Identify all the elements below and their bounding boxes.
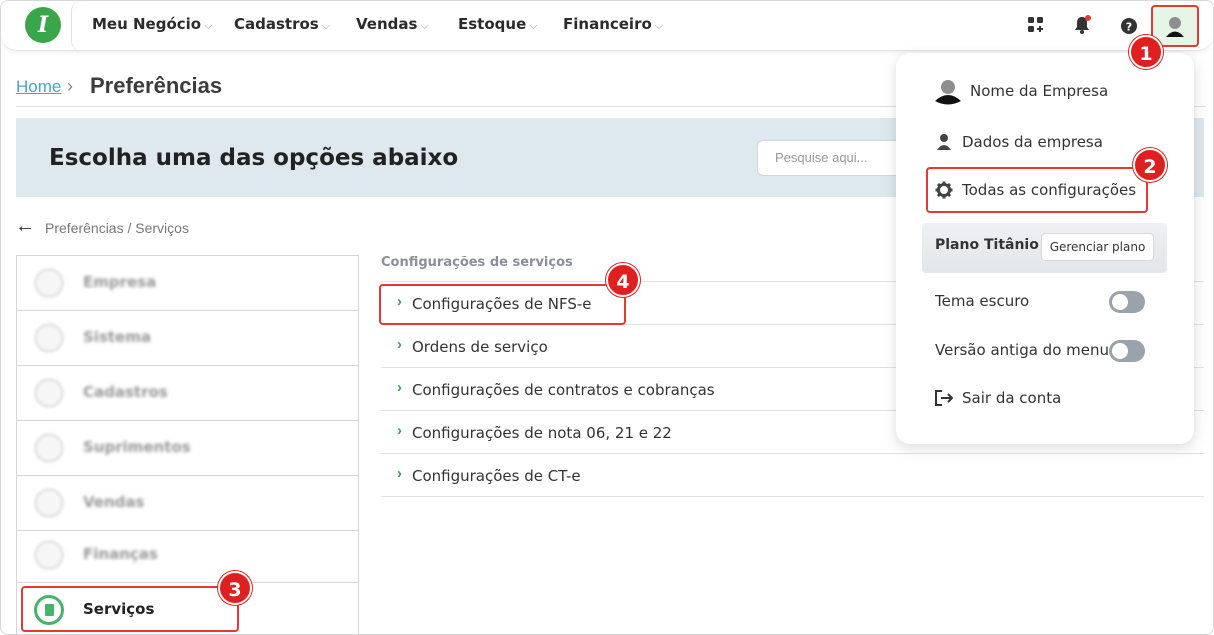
highlight-servicos (21, 586, 239, 632)
sidebar-item-cadastros[interactable]: Cadastros (17, 366, 358, 421)
highlight-all-settings (926, 167, 1148, 213)
apps-icon[interactable] (1025, 14, 1047, 36)
building-icon (34, 268, 64, 298)
nav-label: Vendas (356, 15, 418, 33)
chevron-right-icon: › (397, 379, 402, 396)
back-arrow-icon[interactable]: ← (15, 215, 35, 238)
nav-meu-negocio[interactable]: Meu Negócio ⌵ (92, 15, 212, 33)
nav-label: Financeiro (563, 15, 652, 33)
app-window: I Meu Negócio ⌵ Cadastros ⌵ Vendas ⌵ Estoqu… (0, 0, 1214, 635)
chevron-down-icon: ⌵ (321, 19, 331, 32)
sidebar-item-vendas[interactable]: Vendas (17, 476, 358, 531)
old-menu-label: Versão antiga do menu (935, 341, 1109, 359)
logout-link[interactable]: Sair da conta (962, 389, 1061, 407)
highlight-nfse (379, 284, 626, 325)
company-data-link[interactable]: Dados da empresa (962, 133, 1103, 151)
services-section-title: Configurações de serviços (381, 255, 573, 270)
step-marker-3: 3 (218, 571, 252, 605)
user-avatar-icon (1166, 17, 1184, 37)
nav-cadastros[interactable]: Cadastros ⌵ (234, 15, 330, 33)
page-title: Preferências (90, 73, 223, 98)
dark-theme-label: Tema escuro (935, 292, 1030, 310)
step-marker-1: 1 (1129, 35, 1163, 69)
divider (381, 496, 1204, 497)
bell-icon[interactable] (1071, 14, 1093, 36)
banner-title: Escolha uma das opções abaixo (49, 145, 459, 171)
chevron-right-icon: › (397, 422, 402, 439)
sidebar-item-label: Cadastros (83, 383, 168, 401)
app-logo[interactable]: I (25, 7, 61, 43)
system-icon (34, 323, 64, 353)
preferences-sidebar: Empresa Sistema Cadastros Suprimentos Ve… (16, 255, 359, 634)
service-item-cte[interactable]: › Configurações de CT-e (381, 453, 1204, 496)
plan-box: Plano Titânio Gerenciar plano (922, 223, 1167, 273)
step-marker-2: 2 (1133, 148, 1167, 182)
sidebar-item-empresa[interactable]: Empresa (17, 256, 358, 311)
chevron-right-icon: › (397, 336, 402, 353)
logout-icon (935, 390, 954, 406)
sidebar-item-label: Suprimentos (83, 438, 191, 456)
service-item-label: Configurações de nota 06, 21 e 22 (412, 424, 672, 442)
chevron-down-icon: ⌵ (420, 19, 429, 32)
back-breadcrumb: Preferências / Serviços (45, 220, 189, 236)
help-icon[interactable]: ? (1118, 14, 1140, 36)
top-navbar: I Meu Negócio ⌵ Cadastros ⌵ Vendas ⌵ Estoqu… (1, 1, 1213, 51)
finance-icon (34, 540, 64, 570)
chevron-down-icon: ⌵ (529, 19, 538, 32)
company-name: Nome da Empresa (970, 82, 1109, 100)
user-dropdown-menu: Nome da Empresa Dados da empresa Todas a… (896, 53, 1194, 444)
supplies-icon (34, 433, 64, 463)
service-item-label: Ordens de serviço (412, 338, 548, 356)
nav-estoque[interactable]: Estoque ⌵ (458, 15, 538, 33)
company-avatar-icon (935, 80, 961, 105)
manage-plan-button[interactable]: Gerenciar plano (1041, 233, 1154, 261)
nav-financeiro[interactable]: Financeiro ⌵ (563, 15, 663, 33)
nav-label: Estoque (458, 15, 527, 33)
nav-label: Meu Negócio (92, 15, 202, 33)
sidebar-item-label: Sistema (83, 328, 151, 346)
sales-icon (34, 488, 64, 518)
service-item-label: Configurações de CT-e (412, 467, 581, 485)
search-placeholder: Pesquise aqui... (775, 150, 868, 165)
register-icon (34, 378, 64, 408)
sidebar-item-label: Empresa (83, 273, 157, 291)
breadcrumb-home-link[interactable]: Home (16, 77, 61, 97)
sidebar-item-sistema[interactable]: Sistema (17, 311, 358, 366)
logo-divider (71, 1, 81, 51)
old-menu-toggle[interactable] (1109, 340, 1145, 362)
sidebar-item-suprimentos[interactable]: Suprimentos (17, 421, 358, 476)
chevron-down-icon: ⌵ (654, 19, 664, 32)
svg-text:?: ? (1126, 21, 1132, 34)
plan-label: Plano Titânio (935, 237, 1039, 253)
step-marker-4: 4 (606, 263, 640, 297)
breadcrumb-chevron-icon: › (67, 76, 73, 96)
service-item-label: Configurações de contratos e cobranças (412, 381, 715, 399)
sidebar-item-financas[interactable]: Finanças (17, 528, 358, 583)
chevron-right-icon: › (397, 465, 402, 482)
nav-vendas[interactable]: Vendas ⌵ (356, 15, 429, 33)
nav-label: Cadastros (234, 15, 319, 33)
chevron-down-icon: ⌵ (204, 19, 213, 32)
sidebar-item-label: Finanças (83, 545, 158, 563)
dark-theme-toggle[interactable] (1109, 291, 1145, 313)
sidebar-item-label: Vendas (83, 493, 145, 511)
user-icon (937, 134, 951, 150)
